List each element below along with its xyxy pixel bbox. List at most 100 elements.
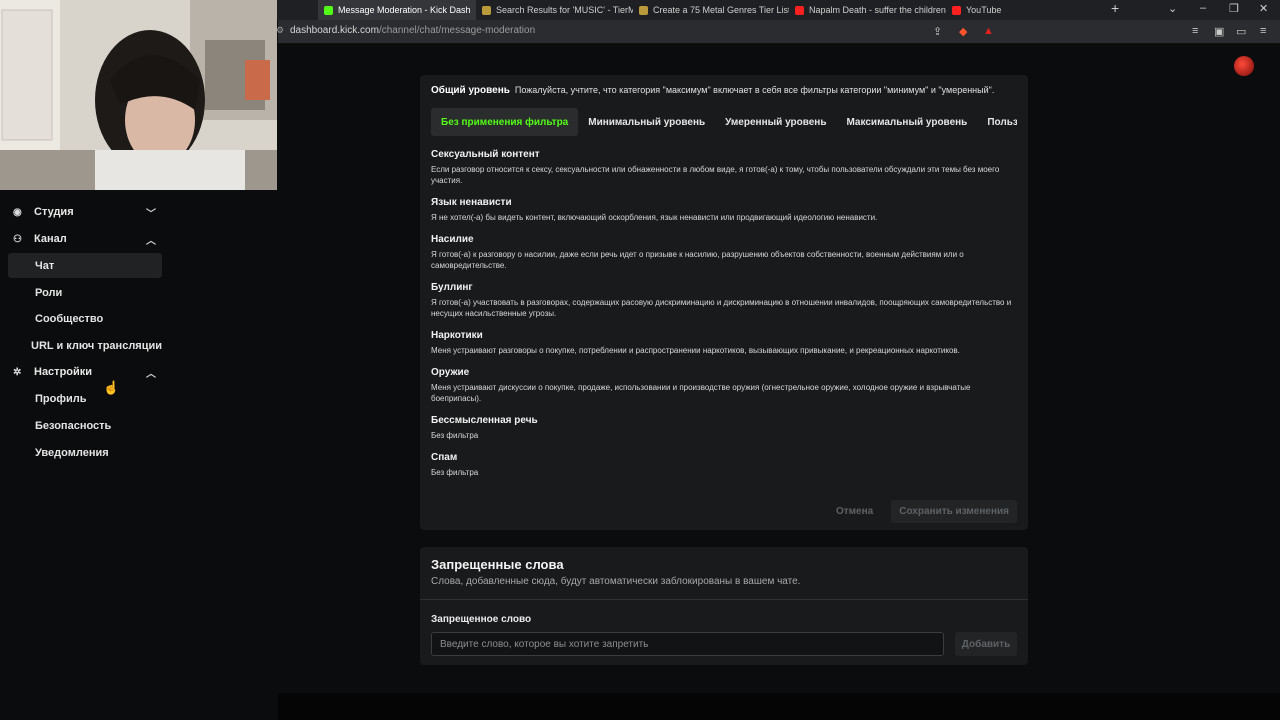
wallet-icon[interactable]: ▭ [1236,25,1246,38]
filter-category[interactable]: Спам Без фильтра [431,452,1021,478]
level-tab-moderate[interactable]: Умеренный уровень [715,108,836,136]
menu-icon[interactable]: ≡ [1260,25,1266,37]
nav-group-settings[interactable]: ✲ Настройки ︿ [8,359,162,385]
nav-item-profile[interactable]: Профиль [8,386,162,411]
nav-group-studio[interactable]: ◉ Студия ﹀ [8,199,162,225]
tab-title: Message Moderation - Kick Dash [338,5,471,15]
category-description: Без фильтра [431,431,479,440]
brave-rewards-icon[interactable]: ▲ [983,25,994,37]
browser-tab[interactable]: YouTube [946,0,1086,20]
tab-title: YouTube [966,5,1002,15]
filter-category[interactable]: Бессмысленная речь Без фильтра [431,415,1021,441]
nav-item-roles[interactable]: Роли [8,280,162,305]
cancel-button[interactable]: Отмена [826,500,883,523]
category-title: Бессмысленная речь [431,415,538,426]
hand-cursor-icon: ☝ [103,380,120,395]
category-description: Если разговор относится к сексу, сексуал… [431,165,1000,185]
level-tab-maximum[interactable]: Максимальный уровень [836,108,977,136]
filter-category[interactable]: Буллинг Я готов(-а) участвовать в разгов… [431,282,1021,319]
url-path: /channel/chat/message-moderation [378,25,536,36]
add-banned-word-button[interactable]: Добавить [955,632,1017,656]
filter-category[interactable]: Наркотики Меня устраивают разговоры о по… [431,330,1021,356]
category-title: Буллинг [431,282,473,293]
level-tab-no-filter[interactable]: Без применения фильтра [431,108,579,136]
minimize-icon[interactable]: – [1200,2,1206,14]
filter-actions: Отмена Сохранить изменения [826,500,1017,523]
general-level-label: Общий уровень [431,85,510,96]
kick-favicon-icon [324,5,333,15]
tab-title: Napalm Death - suffer the children - [809,5,946,15]
playlist-icon[interactable]: ≡ [1192,25,1198,37]
sidebar: ◉ Студия ﹀ ⚇ Канал ︿ Чат Роли Сообщество… [0,190,170,720]
site-info-icon[interactable]: ⚙ [276,25,284,36]
category-title: Наркотики [431,330,483,341]
filter-category[interactable]: Сексуальный контент Если разговор относи… [431,149,1021,186]
restore-icon[interactable]: ❐ [1229,2,1239,15]
tiermaker-favicon-icon [482,5,491,15]
studio-icon: ◉ [13,206,22,218]
category-title: Оружие [431,367,470,378]
nav-group-label: Канал [34,233,67,245]
youtube-favicon-icon [952,5,961,15]
url-text[interactable]: dashboard.kick.com/channel/chat/message-… [290,25,535,36]
url-host: dashboard.kick.com [290,25,379,36]
general-level-row: Общий уровень Пожалуйста, учтите, что кат… [431,85,994,96]
general-level-note: Пожалуйста, учтите, что категория "макси… [514,85,995,95]
youtube-favicon-icon [795,5,804,15]
close-window-icon[interactable]: ✕ [1259,2,1268,15]
category-title: Сексуальный контент [431,149,540,160]
level-tab-custom[interactable]: Пользователь [977,108,1017,136]
category-description: Меня устраивают дискуссии о покупке, про… [431,383,971,403]
brave-shield-icon[interactable]: ◆ [959,25,967,38]
level-tab-minimal[interactable]: Минимальный уровень [578,108,715,136]
divider [420,599,1028,600]
filter-category[interactable]: Язык ненависти Я не хотел(-а) бы видеть … [431,197,1021,223]
save-changes-button[interactable]: Сохранить изменения [891,500,1017,523]
nav-group-label: Настройки [34,366,93,378]
bottom-strip [278,693,1280,720]
browser-tab[interactable]: Create a 75 Metal Genres Tier List - T [633,0,789,20]
category-title: Спам [431,452,458,463]
filter-category[interactable]: Оружие Меня устраивают дискуссии о покуп… [431,367,1021,404]
chevron-up-icon: ︿ [146,368,156,380]
nav-item-community[interactable]: Сообщество [8,306,162,331]
category-title: Язык ненависти [431,197,512,208]
tab-search-icon[interactable]: ⌄ [1168,2,1177,15]
tab-title: Search Results for 'MUSIC' - TierMak [496,5,633,15]
filter-level-tabs: Без применения фильтра Минимальный урове… [431,108,1017,136]
tiermaker-favicon-icon [639,5,648,15]
category-description: Я не хотел(-а) бы видеть контент, включа… [431,213,878,222]
category-description: Я готов(-а) участвовать в разговорах, со… [431,298,1012,318]
browser-tab[interactable]: Search Results for 'MUSIC' - TierMak [476,0,633,20]
address-bar[interactable]: ⚙ dashboard.kick.com/channel/chat/messag… [276,20,1280,44]
nav-item-chat[interactable]: Чат [8,253,162,278]
nav-item-notifications[interactable]: Уведомления [8,440,162,465]
new-tab-icon[interactable]: + [1111,0,1119,16]
user-avatar[interactable] [1234,56,1254,76]
category-description: Без фильтра [431,468,479,477]
webcam-overlay [0,0,277,190]
category-description: Меня устраивают разговоры о покупке, пот… [431,346,960,355]
category-description: Я готов(-а) к разговору о насилии, даже … [431,250,964,270]
channel-icon: ⚇ [13,233,22,245]
nav-group-channel[interactable]: ⚇ Канал ︿ [8,226,162,252]
sidebar-toggle-icon[interactable]: ▣ [1214,25,1224,38]
nav-item-stream-url-key[interactable]: URL и ключ трансляции [8,333,162,358]
browser-tab[interactable]: Message Moderation - Kick Dash ✕ [318,0,476,20]
share-icon[interactable]: ⇪ [933,25,942,38]
nav-item-security[interactable]: Безопасность [8,413,162,438]
chevron-down-icon: ﹀ [146,208,156,220]
banned-words-panel: Запрещенные слова Слова, добавленные сюд… [420,547,1028,665]
banned-word-input[interactable] [431,632,944,656]
browser-tab[interactable]: Napalm Death - suffer the children - [789,0,946,20]
nav-group-label: Студия [34,206,74,218]
filter-category[interactable]: Насилие Я готов(-а) к разговору о насили… [431,234,1021,271]
category-title: Насилие [431,234,474,245]
banned-words-title: Запрещенные слова [431,557,564,572]
banned-word-label: Запрещенное слово [431,614,532,625]
chat-filter-panel: Общий уровень Пожалуйста, учтите, что кат… [420,75,1028,530]
chevron-up-icon: ︿ [146,235,156,247]
gear-icon: ✲ [13,366,22,378]
banned-words-description: Слова, добавленные сюда, будут автоматич… [431,576,801,587]
tab-title: Create a 75 Metal Genres Tier List - T [653,5,789,15]
